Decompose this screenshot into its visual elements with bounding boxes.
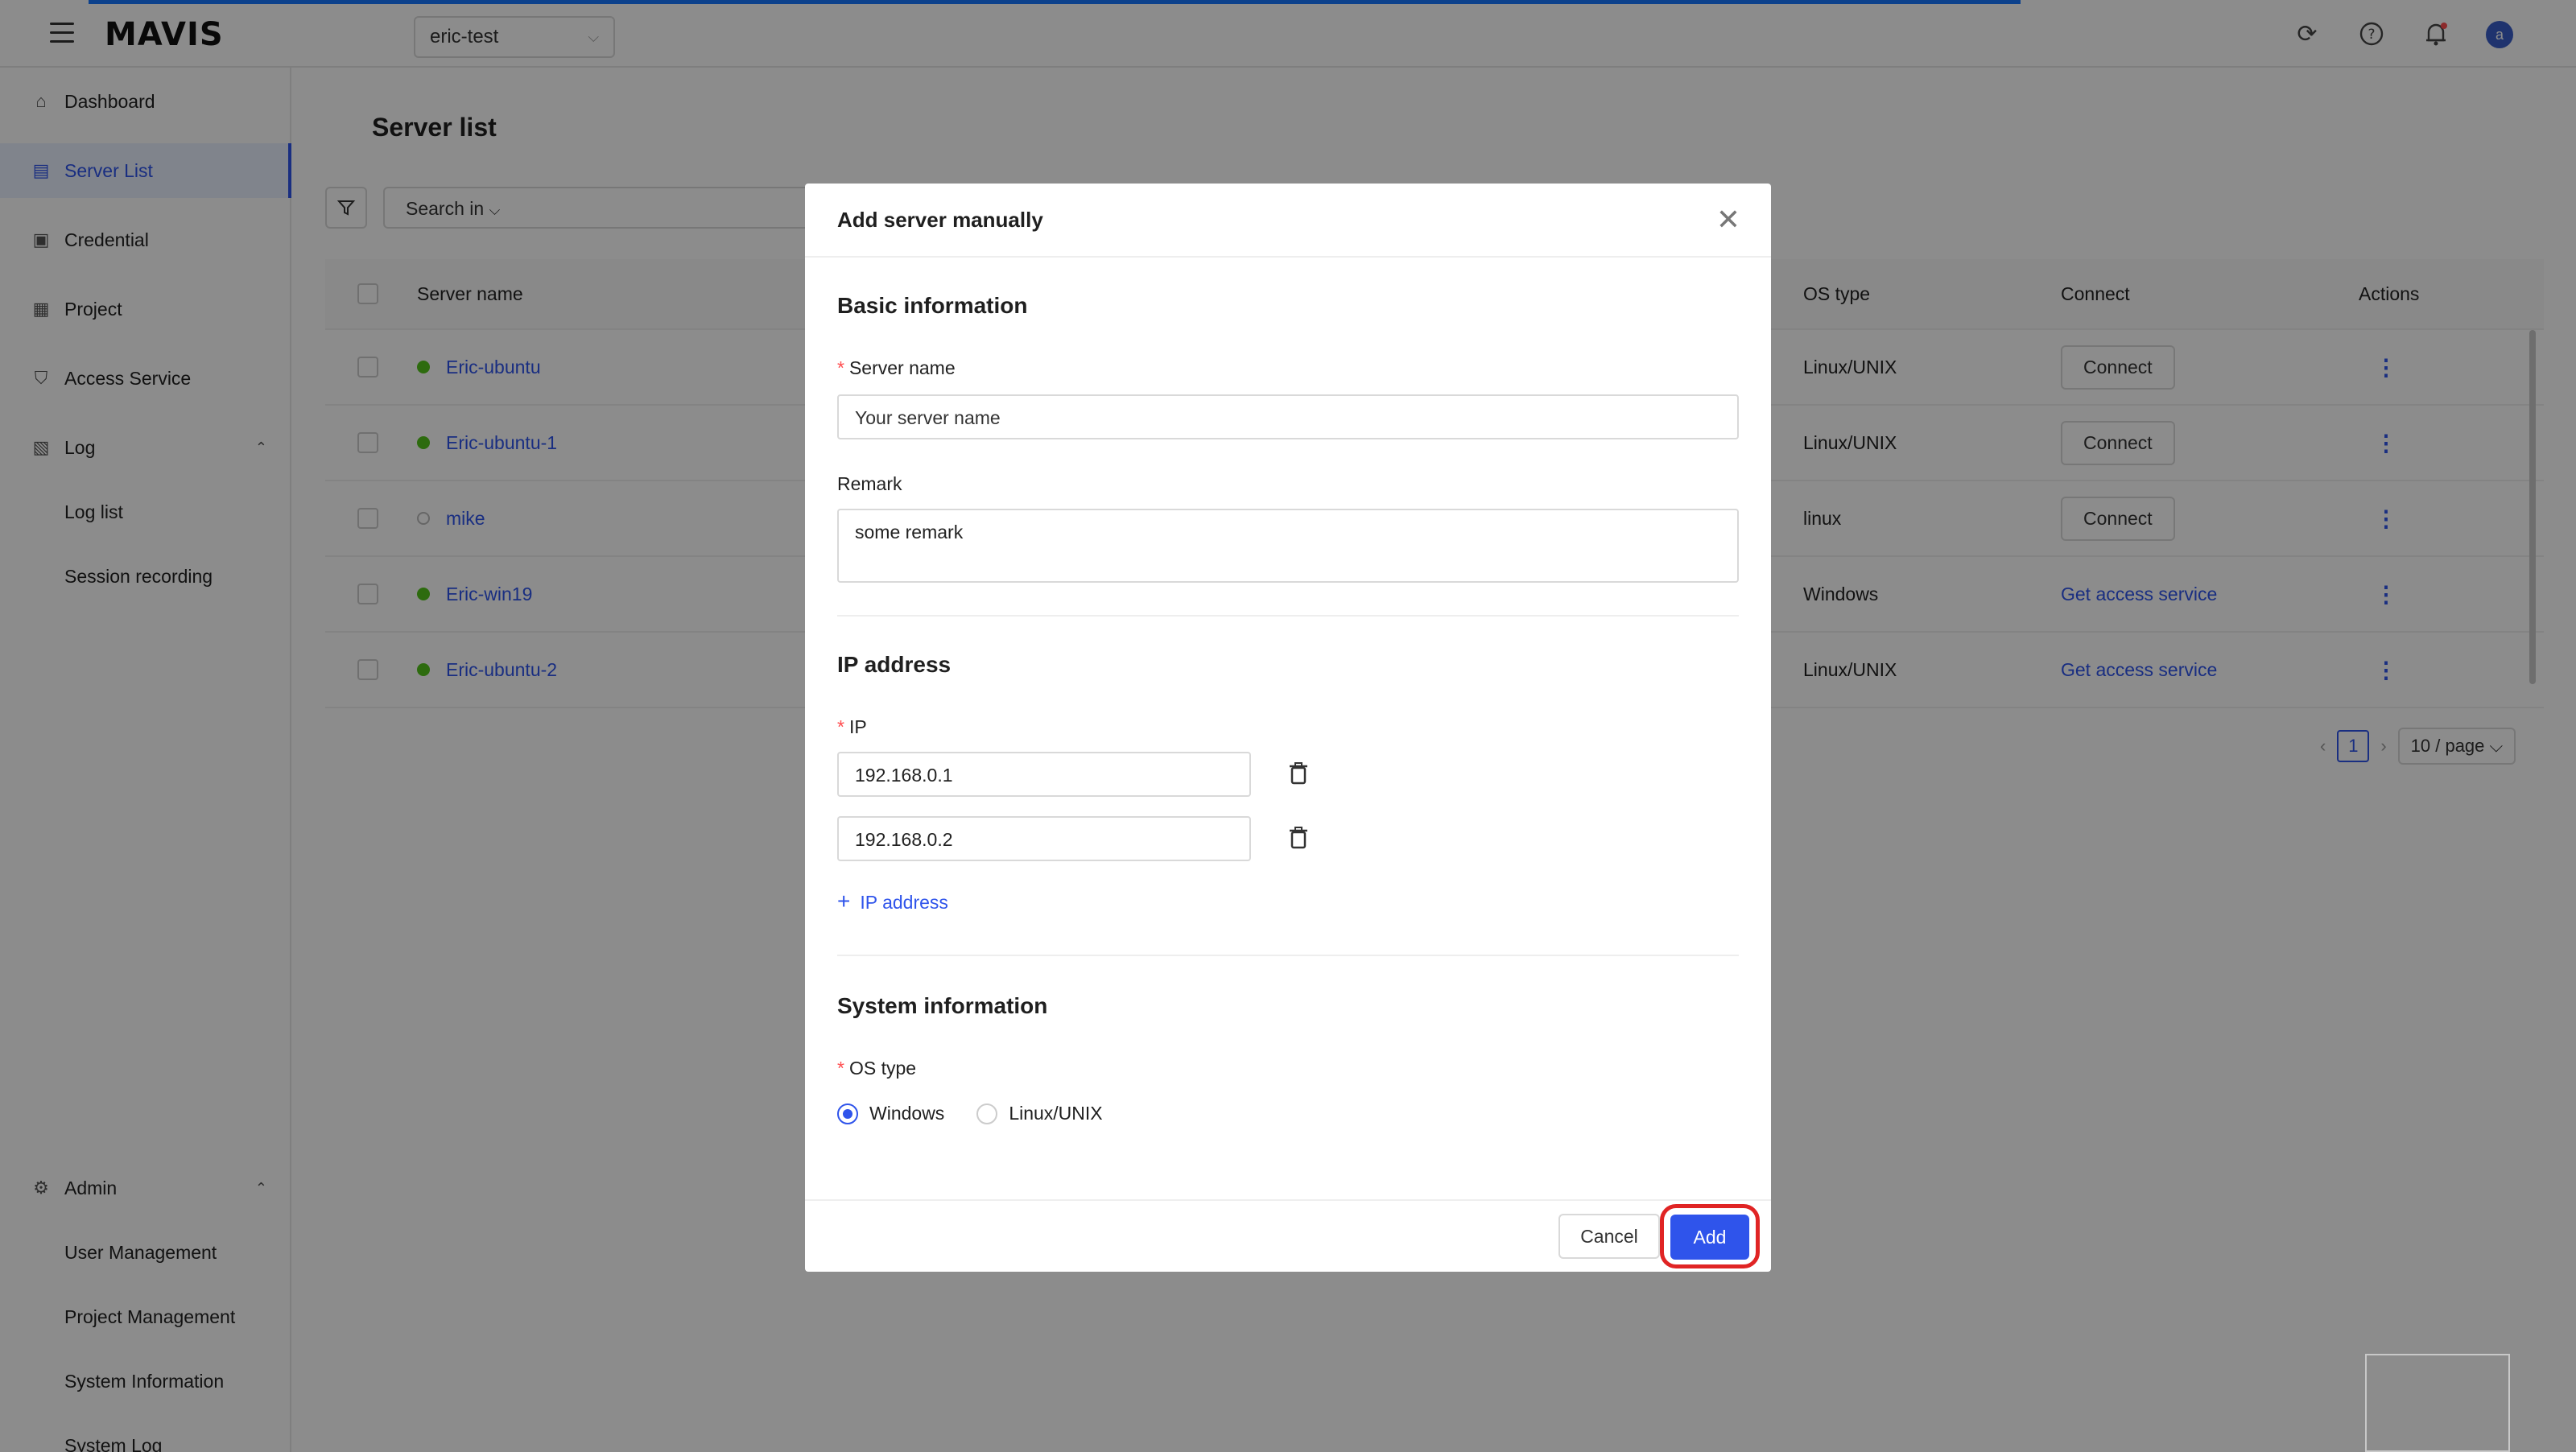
server-name-label: * Server name xyxy=(837,357,956,378)
ip-input[interactable]: 192.168.0.2 xyxy=(837,816,1251,861)
radio-windows[interactable] xyxy=(837,1103,858,1124)
os-type-radio-group: Windows Linux/UNIX xyxy=(837,1103,1103,1124)
add-ip-label: IP address xyxy=(860,892,948,913)
modal-header: Add server manually ✕ xyxy=(805,184,1771,258)
cancel-button[interactable]: Cancel xyxy=(1558,1214,1660,1259)
ip-label: * IP xyxy=(837,716,867,737)
radio-windows-label[interactable]: Windows xyxy=(869,1103,944,1124)
trash-icon[interactable] xyxy=(1288,761,1312,786)
radio-linux-unix-label[interactable]: Linux/UNIX xyxy=(1009,1103,1102,1124)
close-icon[interactable]: ✕ xyxy=(1716,203,1740,237)
corner-widget xyxy=(2365,1354,2510,1452)
remark-label: Remark xyxy=(837,473,902,494)
add-server-modal: Add server manually ✕ Basic information … xyxy=(805,184,1771,1272)
ip-input[interactable]: 192.168.0.1 xyxy=(837,752,1251,797)
modal-title: Add server manually xyxy=(837,208,1043,232)
os-type-label: * OS type xyxy=(837,1058,917,1079)
section-system-information: System information xyxy=(837,993,1048,1018)
trash-icon[interactable] xyxy=(1288,826,1312,850)
section-ip-address: IP address xyxy=(837,652,952,677)
modal-footer: Cancel Add xyxy=(805,1199,1771,1272)
remark-textarea[interactable]: some remark xyxy=(837,509,1739,583)
divider xyxy=(837,955,1739,956)
section-basic-information: Basic information xyxy=(837,293,1028,318)
radio-linux-unix[interactable] xyxy=(976,1103,998,1124)
add-ip-address-button[interactable]: + IP address xyxy=(837,889,948,914)
highlight-ring: Add xyxy=(1660,1204,1760,1268)
add-button[interactable]: Add xyxy=(1670,1215,1749,1260)
divider xyxy=(837,615,1739,617)
plus-icon: + xyxy=(837,889,851,914)
server-name-input[interactable]: Your server name xyxy=(837,394,1739,439)
